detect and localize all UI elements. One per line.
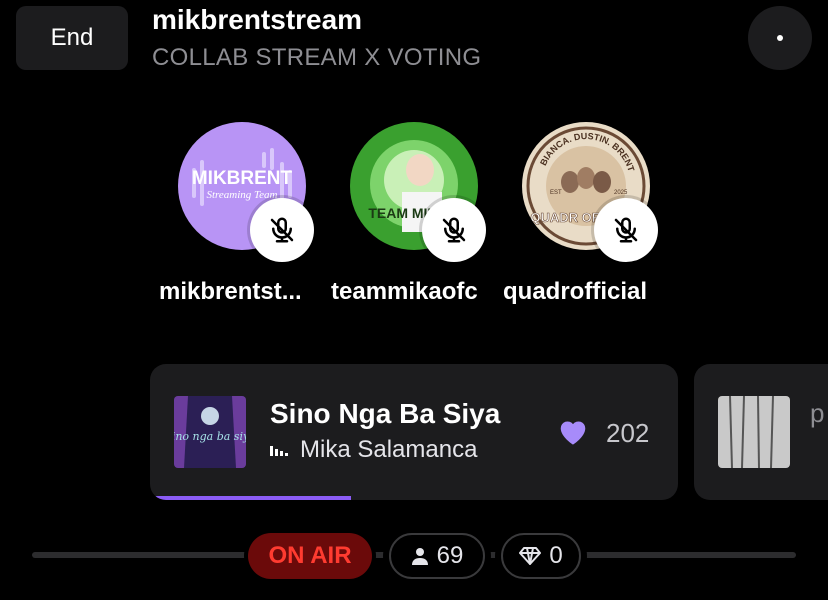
svg-text:MIKBRENT: MIKBRENT (192, 168, 293, 189)
next-track-cover (718, 396, 790, 468)
next-track-card[interactable]: p (694, 364, 828, 500)
next-track-title: p (810, 398, 825, 428)
person-icon (411, 548, 428, 565)
album-cover: Sino nga ba siya (174, 396, 246, 468)
more-options-button[interactable] (748, 6, 812, 70)
on-air-badge: ON AIR (248, 533, 372, 579)
participant-name: teammikaofc (331, 278, 478, 305)
artist-name: Mika Salamanca (300, 436, 478, 463)
song-title: Sino Nga Ba Siya (270, 398, 501, 429)
svg-text:Streaming Team: Streaming Team (207, 189, 278, 201)
participant-name: mikbrentst... (159, 278, 302, 305)
svg-text:EST: EST (550, 190, 562, 196)
gem-count-pill[interactable]: 0 (501, 533, 581, 579)
now-playing-card[interactable]: Sino nga ba siya Sino Nga Ba Siya Mika S… (150, 364, 678, 500)
stream-title: mikbrentstream (152, 4, 363, 35)
heart-icon[interactable] (556, 416, 590, 451)
progress-fill (150, 496, 351, 500)
mic-muted-icon[interactable] (422, 198, 486, 262)
like-count: 202 (606, 418, 650, 448)
stream-subtitle: COLLAB STREAM X VOTING (152, 44, 482, 71)
mic-muted-icon[interactable] (594, 198, 658, 262)
listener-count: 69 (436, 542, 464, 569)
participant-name: quadrofficial (503, 278, 648, 305)
end-button[interactable]: End (16, 6, 128, 70)
playback-progress (150, 496, 678, 500)
mic-muted-icon[interactable] (250, 198, 314, 262)
more-horizontal-icon (777, 35, 783, 41)
svg-text:Sino nga ba siya: Sino nga ba siya (174, 430, 246, 443)
diamond-icon (519, 547, 542, 565)
svg-text:2025: 2025 (614, 190, 628, 196)
artist-row: Mika Salamanca (270, 436, 477, 464)
equalizer-icon (270, 444, 290, 456)
listener-count-pill[interactable]: 69 (389, 533, 485, 579)
gem-count: 0 (549, 542, 563, 569)
